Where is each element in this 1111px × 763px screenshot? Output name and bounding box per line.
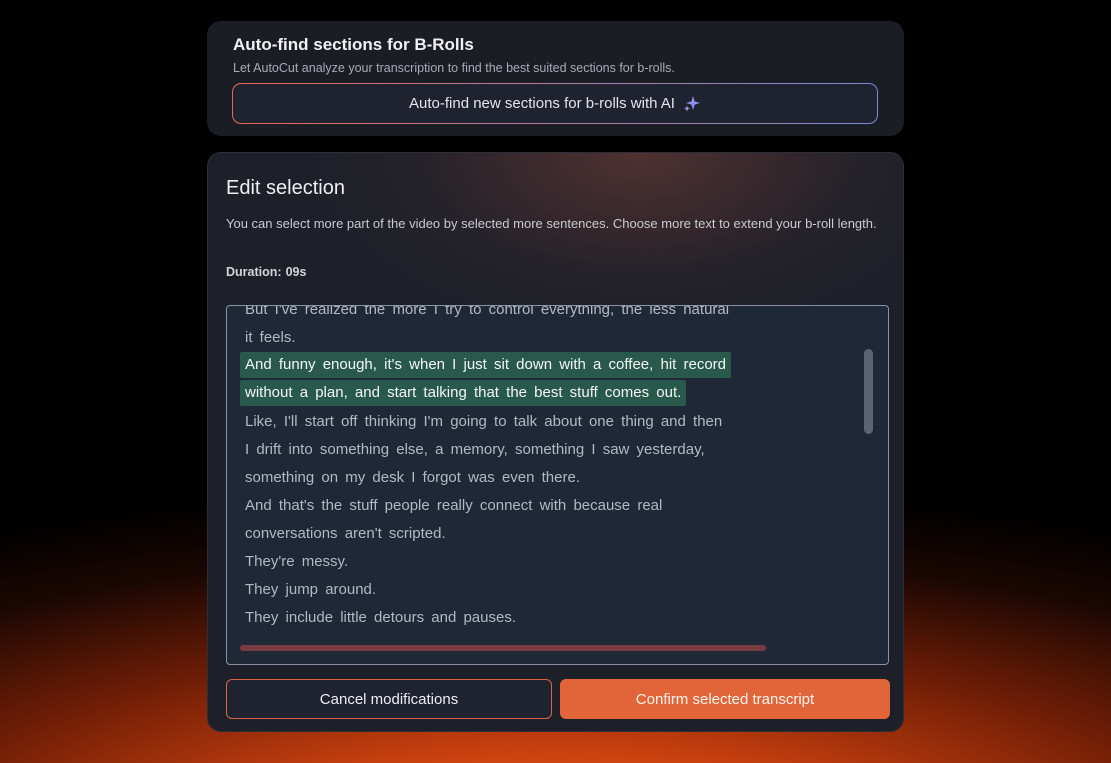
transcript-line[interactable]: They include little detours and pauses. bbox=[240, 604, 810, 632]
edit-selection-description: You can select more part of the video by… bbox=[226, 216, 877, 231]
transcript-line[interactable]: They're messy. bbox=[240, 548, 810, 576]
vertical-scrollbar[interactable] bbox=[864, 349, 873, 434]
duration-text: Duration: 09s bbox=[226, 265, 306, 279]
transcript-line[interactable]: Like, I'll start off thinking I'm going … bbox=[240, 408, 810, 436]
duration-value: 09s bbox=[285, 265, 307, 279]
transcript-line[interactable]: something on my desk I forgot was even t… bbox=[240, 464, 810, 492]
autofind-ai-button[interactable]: Auto-find new sections for b-rolls with … bbox=[232, 83, 878, 124]
transcript-line[interactable]: I drift into something else, a memory, s… bbox=[240, 436, 810, 464]
transcript-text: But I've realized the more I try to cont… bbox=[240, 306, 810, 632]
transcript-line[interactable]: it feels. bbox=[240, 324, 810, 352]
transcript-line[interactable]: But I've realized the more I try to cont… bbox=[240, 306, 810, 324]
transcript-line-selected[interactable]: And funny enough, it's when I just sit d… bbox=[240, 352, 732, 378]
transcript-line[interactable]: And that's the stuff people really conne… bbox=[240, 492, 810, 520]
autofind-button-label: Auto-find new sections for b-rolls with … bbox=[409, 95, 675, 112]
confirm-transcript-button[interactable]: Confirm selected transcript bbox=[560, 679, 890, 719]
autofind-title: Auto-find sections for B-Rolls bbox=[233, 35, 474, 54]
autofind-card: Auto-find sections for B-Rolls Let AutoC… bbox=[207, 21, 904, 136]
autofind-subtitle: Let AutoCut analyze your transcription t… bbox=[233, 61, 675, 75]
edit-selection-title: Edit selection bbox=[226, 177, 345, 199]
cancel-modifications-button[interactable]: Cancel modifications bbox=[226, 679, 552, 719]
transcript-line[interactable]: They jump around. bbox=[240, 576, 810, 604]
transcript-line[interactable]: conversations aren't scripted. bbox=[240, 520, 810, 548]
transcript-box[interactable]: But I've realized the more I try to cont… bbox=[226, 305, 889, 665]
duration-label: Duration: bbox=[226, 265, 282, 279]
sparkle-icon bbox=[683, 95, 701, 113]
edit-selection-card: Edit selection You can select more part … bbox=[207, 152, 904, 732]
transcript-line-selected[interactable]: without a plan, and start talking that t… bbox=[240, 380, 687, 406]
horizontal-scrollbar[interactable] bbox=[240, 645, 766, 651]
